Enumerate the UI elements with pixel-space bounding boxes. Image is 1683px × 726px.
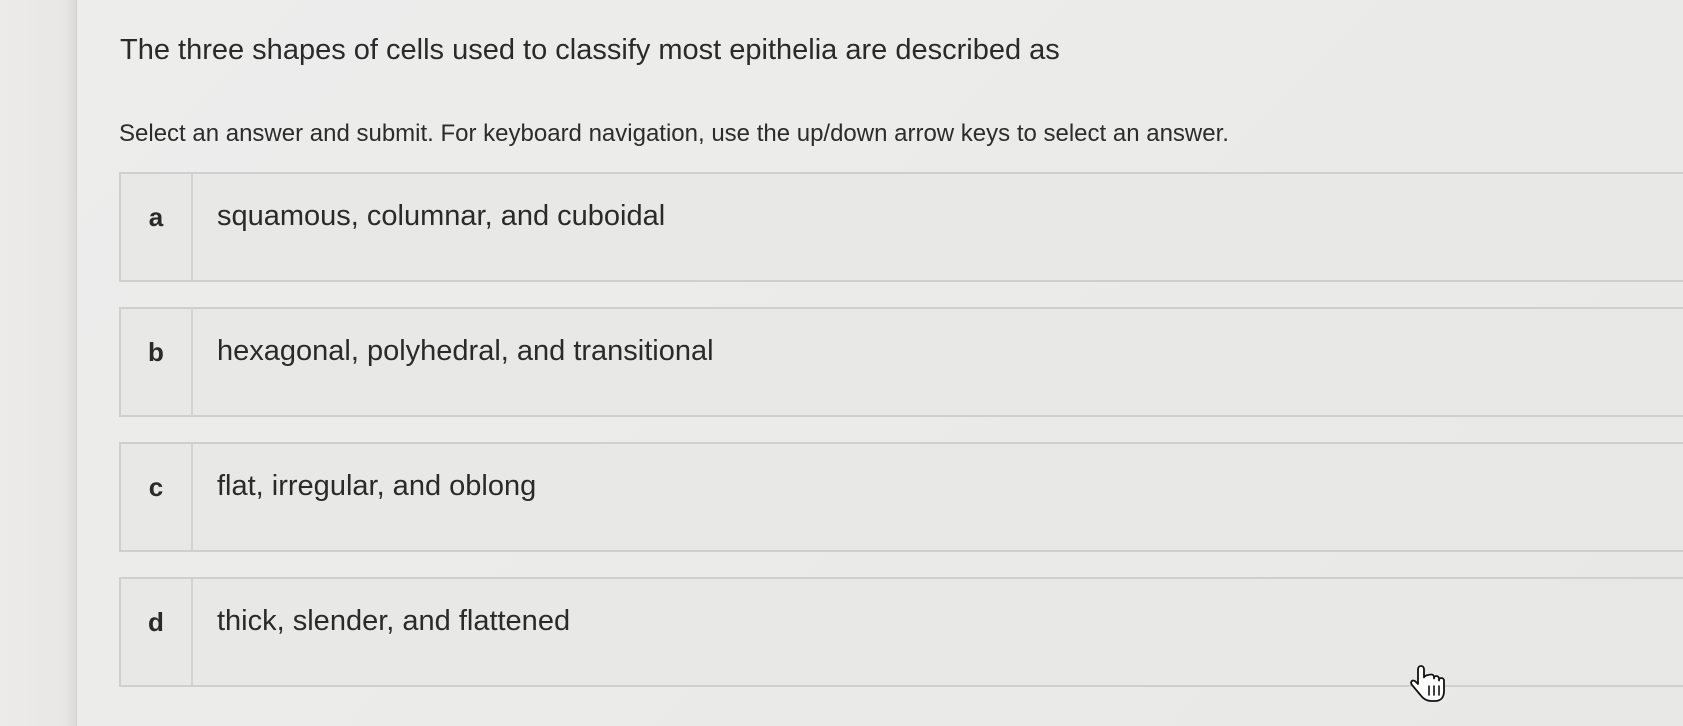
question-prompt: The three shapes of cells used to classi… (120, 34, 1060, 66)
option-text: squamous, columnar, and cuboidal (217, 200, 666, 232)
option-letter: a (121, 174, 193, 280)
answer-option-d[interactable]: d thick, slender, and flattened (119, 577, 1683, 687)
option-letter: b (121, 309, 193, 415)
option-text: hexagonal, polyhedral, and transitional (217, 335, 714, 367)
answer-option-b[interactable]: b hexagonal, polyhedral, and transitiona… (119, 307, 1683, 417)
left-gutter (0, 0, 77, 726)
option-text: thick, slender, and flattened (217, 605, 571, 637)
hand-pointer-icon (1410, 664, 1446, 704)
answer-instructions: Select an answer and submit. For keyboar… (119, 120, 1229, 147)
answer-option-a[interactable]: a squamous, columnar, and cuboidal (119, 172, 1683, 282)
option-text: flat, irregular, and oblong (217, 470, 537, 502)
answer-options: a squamous, columnar, and cuboidal b hex… (119, 172, 1683, 712)
answer-option-c[interactable]: c flat, irregular, and oblong (119, 442, 1683, 552)
option-letter: d (121, 579, 193, 685)
option-letter: c (121, 444, 193, 550)
